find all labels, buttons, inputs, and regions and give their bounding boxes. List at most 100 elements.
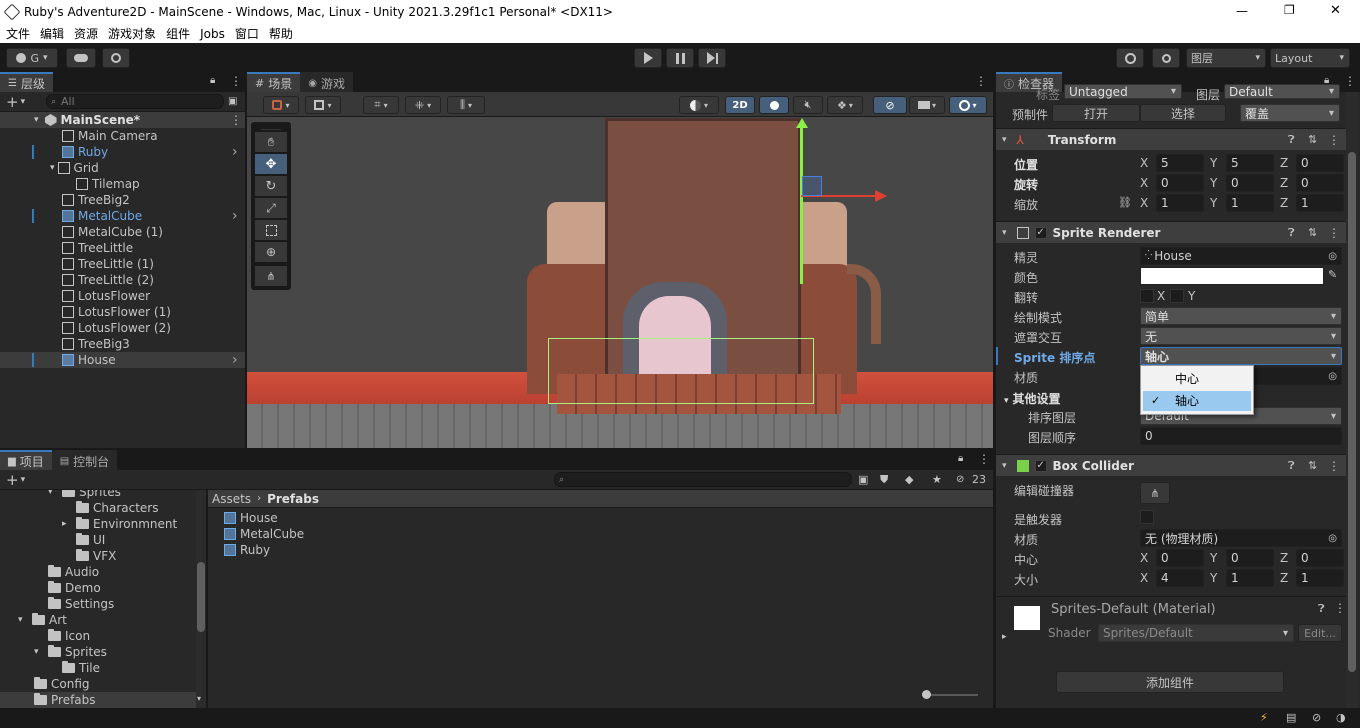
tab-game[interactable]: ◉ 游戏 [300, 72, 353, 92]
preset-icon[interactable]: ⇅ [1308, 459, 1317, 472]
tag-dropdown[interactable]: Untagged [1064, 84, 1182, 99]
preset-icon[interactable]: ⇅ [1308, 226, 1317, 239]
folder-item[interactable]: Demo [0, 580, 196, 596]
folder-item[interactable]: ▾ Sprites [0, 644, 196, 660]
eyedropper-icon[interactable]: ✎ [1328, 268, 1337, 281]
close-button[interactable]: ✕ [1330, 3, 1341, 18]
edit-shader-button[interactable]: Edit... [1298, 624, 1342, 642]
center-x-field[interactable]: 0 [1156, 549, 1204, 567]
size-z-field[interactable]: 1 [1296, 569, 1344, 587]
move-tool[interactable]: ✥ [255, 154, 287, 174]
effects-button[interactable]: ❖ ▾ [827, 96, 863, 114]
draw-mode-dropdown[interactable]: 简单 [1140, 307, 1342, 325]
maximize-button[interactable]: ❐ [1284, 3, 1295, 17]
snap-button[interactable]: ⌗ ▾ [363, 96, 399, 114]
hierarchy-item[interactable]: TreeBig3 [0, 336, 245, 352]
folder-item[interactable]: Prefabs [0, 692, 196, 708]
hierarchy-item[interactable]: TreeLittle [0, 240, 245, 256]
physics-material-field[interactable]: 无 (物理材质) ◎ [1140, 529, 1342, 547]
collab-button[interactable] [102, 48, 130, 68]
position-y-field[interactable]: 5 [1226, 154, 1274, 172]
asset-item[interactable]: House [224, 510, 278, 526]
hierarchy-search-input[interactable]: All [46, 94, 224, 109]
flip-x-checkbox[interactable] [1140, 289, 1154, 303]
folder-item[interactable]: VFX [0, 548, 196, 564]
gizmo-plane-handle[interactable] [802, 176, 822, 196]
tab-console[interactable]: ▤ 控制台 [51, 450, 118, 470]
toggle-2d-button[interactable]: 2D [725, 96, 755, 114]
transform-tool[interactable]: ⊕ [255, 242, 287, 262]
order-in-layer-field[interactable]: 0 [1140, 427, 1342, 445]
prefab-open-button[interactable]: 打开 [1052, 104, 1140, 122]
add-component-button[interactable]: 添加组件 [1056, 671, 1284, 693]
folder-item[interactable]: Icon [0, 628, 196, 644]
component-menu-icon[interactable]: ⋮ [1328, 133, 1340, 147]
mask-interaction-dropdown[interactable]: 无 [1140, 327, 1342, 345]
hierarchy-item[interactable]: Ruby › [0, 144, 245, 160]
grid-button[interactable]: ⁜ ▾ [405, 96, 441, 114]
create-asset-button[interactable]: + [6, 471, 19, 489]
menu-window[interactable]: 窗口 [235, 25, 259, 42]
box-collider-header[interactable]: ▾ ✓ Box Collider ❓︎ ⇅ ⋮ [996, 454, 1346, 476]
option-pivot[interactable]: ✓ 轴心 [1143, 391, 1251, 411]
increment-button[interactable]: ⫼ ▾ [447, 96, 485, 114]
folder-item[interactable]: ▾ Sprites [0, 490, 196, 500]
layer-dropdown[interactable]: Default [1224, 84, 1340, 99]
more-menu-icon[interactable]: ⋮ [1344, 74, 1356, 88]
debug-icon[interactable]: ⚡︎ [1260, 711, 1268, 724]
link-icon[interactable]: ⛓︎ [1118, 196, 1132, 209]
rotate-tool[interactable]: ↻ [255, 176, 287, 196]
size-x-field[interactable]: 4 [1156, 569, 1204, 587]
folder-item[interactable]: Audio [0, 564, 196, 580]
sprite-renderer-header[interactable]: ▾ ✓ Sprite Renderer ❓︎ ⇅ ⋮ [996, 221, 1346, 243]
menu-assets[interactable]: 资源 [74, 25, 98, 42]
scene-menu-icon[interactable]: ⋮ [230, 113, 242, 127]
menu-gameobject[interactable]: 游戏对象 [108, 25, 156, 42]
lighting-button[interactable] [759, 96, 789, 114]
layout-dropdown[interactable]: Layout ▾ [1270, 48, 1350, 68]
scale-y-field[interactable]: 1 [1226, 194, 1274, 212]
edit-collider-button[interactable]: ⋔ [1140, 482, 1170, 504]
favorite-star-icon[interactable]: ★ [932, 473, 942, 486]
folder-item[interactable]: Settings [0, 596, 196, 612]
lock-icon[interactable]: 🔒︎ [958, 453, 963, 464]
custom-tool[interactable]: ⋔ [255, 266, 287, 286]
project-tree-scrollbar[interactable]: ▾ [196, 490, 206, 708]
hierarchy-item[interactable]: TreeBig2 [0, 192, 245, 208]
cloud-button[interactable] [66, 48, 96, 68]
component-menu-icon[interactable]: ⋮ [1334, 601, 1346, 615]
play-button[interactable] [634, 48, 662, 68]
hierarchy-item[interactable]: ▾ Grid [0, 160, 245, 176]
shader-dropdown[interactable]: Sprites/Default [1098, 624, 1294, 642]
rotation-y-field[interactable]: 0 [1226, 174, 1274, 192]
prefab-select-button[interactable]: 选择 [1140, 104, 1226, 122]
rect-tool[interactable] [255, 220, 287, 240]
camera-button[interactable]: ▾ [909, 96, 945, 114]
menu-edit[interactable]: 编辑 [40, 25, 64, 42]
scene-canvas[interactable] [247, 118, 993, 448]
hierarchy-item[interactable]: MetalCube (1) [0, 224, 245, 240]
component-menu-icon[interactable]: ⋮ [1328, 459, 1340, 473]
flip-y-checkbox[interactable] [1170, 289, 1184, 303]
center-z-field[interactable]: 0 [1296, 549, 1344, 567]
tab-hierarchy[interactable]: ☰ 层级 [0, 72, 53, 92]
object-picker-icon[interactable]: ◎ [1328, 251, 1337, 262]
help-icon[interactable]: ❓︎ [1288, 226, 1295, 240]
history-button[interactable] [1116, 48, 1144, 68]
no-entry-icon[interactable]: ⊘ [1312, 711, 1321, 724]
hierarchy-item[interactable]: MetalCube › [0, 208, 245, 224]
tab-scene[interactable]: # 场景 [247, 72, 301, 92]
folder-item[interactable]: Tile [0, 660, 196, 676]
add-object-button[interactable]: + [6, 93, 19, 111]
help-icon[interactable]: ❓︎ [1288, 133, 1295, 147]
scale-z-field[interactable]: 1 [1296, 194, 1344, 212]
other-settings-foldout[interactable]: ▾ 其他设置 [1004, 390, 1061, 407]
breadcrumb-prefabs[interactable]: Prefabs [267, 492, 319, 506]
tab-project[interactable]: ▆ 项目 [0, 450, 52, 470]
cache-icon[interactable]: ▤ [1286, 711, 1296, 724]
hierarchy-item[interactable]: LotusFlower [0, 288, 245, 304]
sprite-field[interactable]: ⁛ House ◎ [1140, 247, 1342, 265]
layers-dropdown[interactable]: 图层 ▾ [1186, 48, 1266, 68]
icon-size-slider[interactable] [922, 690, 978, 699]
position-x-field[interactable]: 5 [1156, 154, 1204, 172]
